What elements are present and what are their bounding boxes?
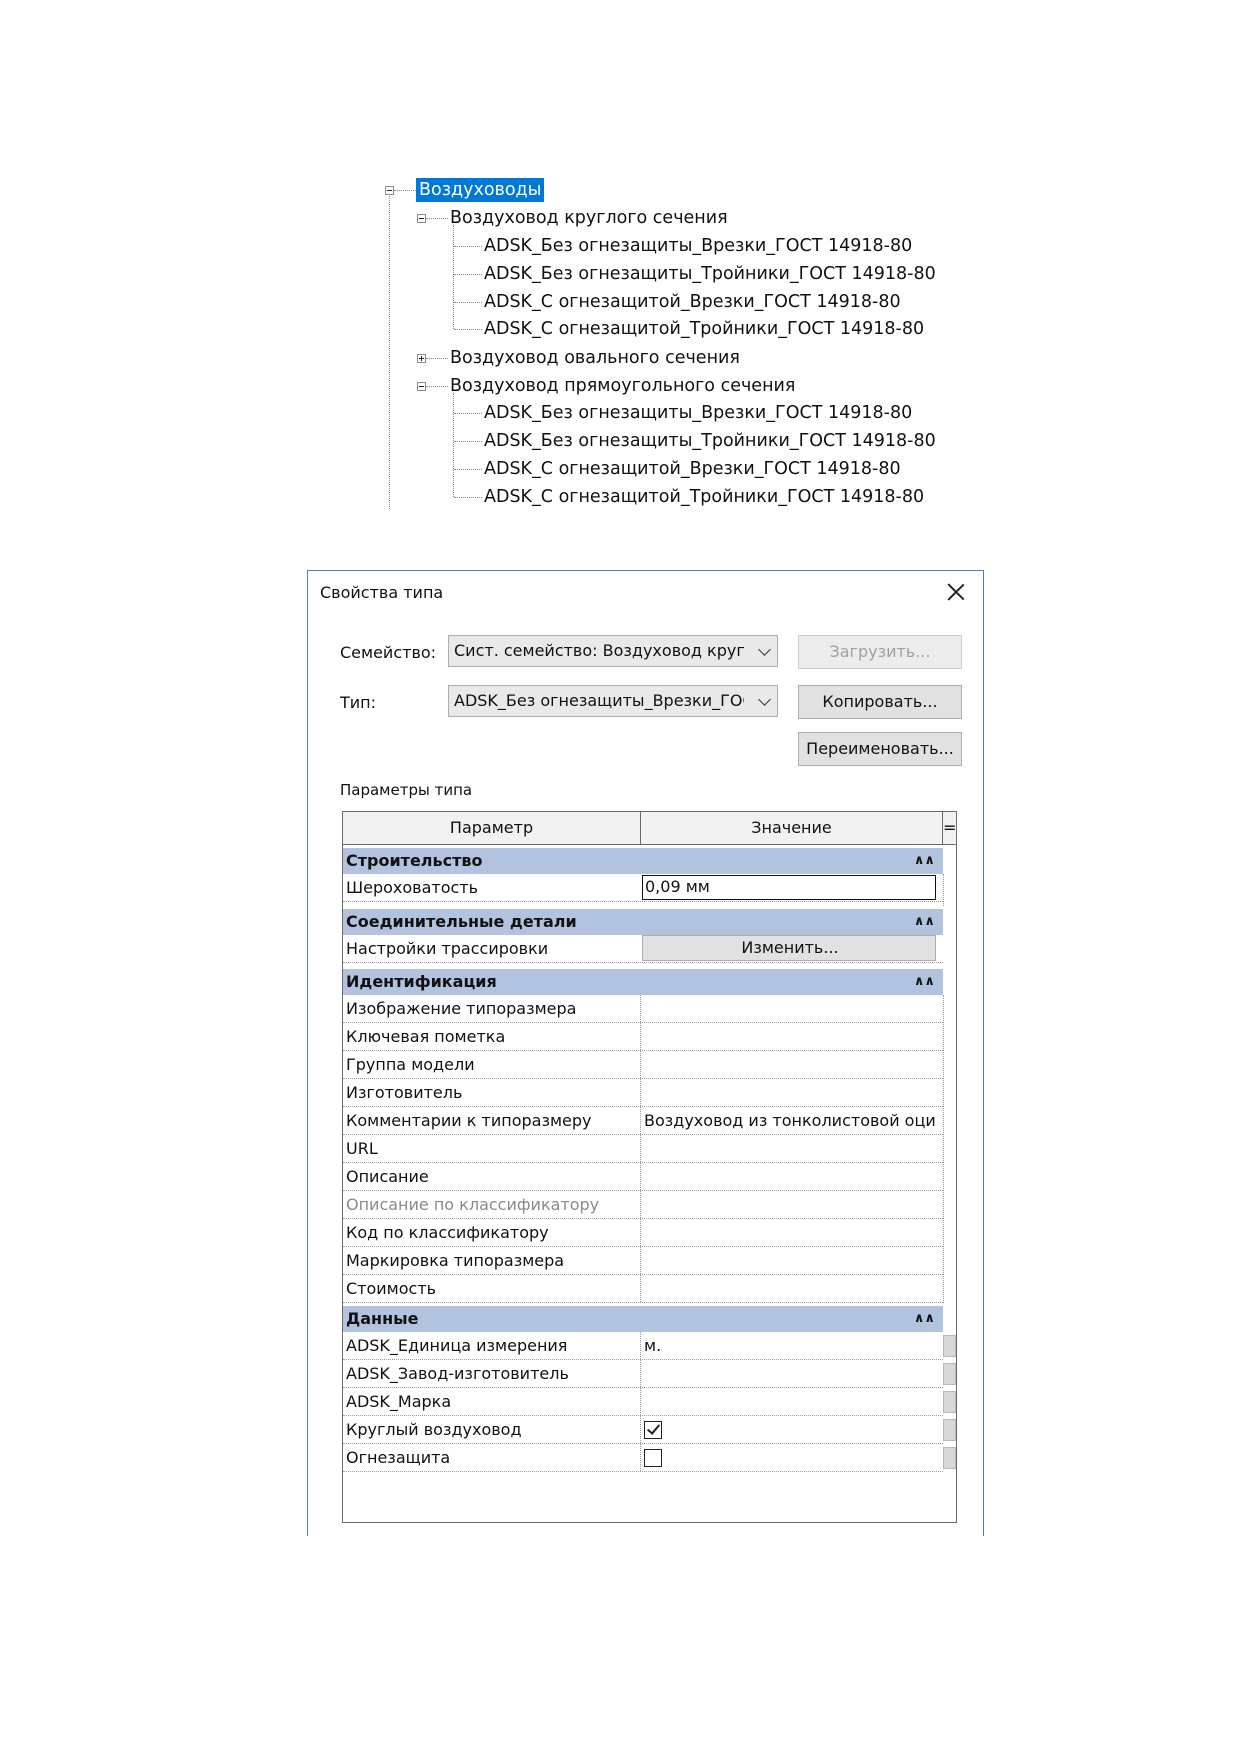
round-duct-checkbox[interactable] (644, 1421, 662, 1439)
param-name: Настройки трассировки (346, 939, 549, 958)
tree-group-node[interactable]: Воздуховод овального сечения (450, 346, 740, 370)
collapse-icon[interactable] (385, 186, 394, 195)
param-row[interactable]: ADSK_Марка (343, 1388, 943, 1416)
param-row[interactable]: URL (343, 1135, 943, 1163)
param-name: Описание (346, 1167, 429, 1186)
type-dropdown[interactable]: ADSK_Без огнезащиты_Врезки_ГОСТ (448, 685, 778, 717)
grid-header: Параметр Значение = (343, 812, 956, 845)
tree-type-node[interactable]: ADSK_Без огнезащиты_Врезки_ГОСТ 14918-80 (484, 401, 912, 425)
param-row[interactable]: Огнезащита (343, 1444, 943, 1472)
collapse-icon[interactable] (417, 214, 426, 223)
collapse-icon[interactable] (417, 382, 426, 391)
expand-icon[interactable] (417, 354, 426, 363)
param-name: Код по классификатору (346, 1223, 549, 1242)
load-button[interactable]: Загрузить... (798, 635, 962, 669)
group-label: Строительство (346, 851, 483, 870)
param-name: URL (346, 1139, 378, 1158)
param-name: ADSK_Марка (346, 1392, 452, 1411)
param-name: Изготовитель (346, 1083, 463, 1102)
tree-root-node[interactable]: Воздуховоды (416, 178, 545, 202)
param-name: Группа модели (346, 1055, 475, 1074)
param-value[interactable]: м. (642, 1332, 938, 1359)
group-label: Соединительные детали (346, 912, 577, 931)
group-connection-details[interactable]: Соединительные детали ∧∧ (343, 909, 943, 935)
param-row[interactable]: Изготовитель (343, 1079, 943, 1107)
param-row[interactable]: ADSK_Завод-изготовитель (343, 1360, 943, 1388)
param-name: Шероховатость (346, 878, 479, 897)
group-data[interactable]: Данные ∧∧ (343, 1306, 943, 1332)
tree-type-node[interactable]: ADSK_С огнезащитой_Тройники_ГОСТ 14918-8… (484, 485, 924, 509)
param-name: Ключевая пометка (346, 1027, 506, 1046)
param-name: Комментарии к типоразмеру (346, 1111, 592, 1130)
param-row: Описание по классификатору (343, 1191, 943, 1219)
copy-button[interactable]: Копировать... (798, 685, 962, 719)
group-label: Идентификация (346, 972, 497, 991)
param-row[interactable]: ADSK_Единица измерения м. (343, 1332, 943, 1360)
param-row[interactable]: Код по классификатору (343, 1219, 943, 1247)
param-name: ADSK_Единица измерения (346, 1336, 568, 1355)
group-construction[interactable]: Строительство ∧∧ (343, 848, 943, 874)
param-row[interactable]: Стоимость (343, 1275, 943, 1303)
param-row[interactable]: Изображение типоразмера (343, 995, 943, 1023)
type-dropdown-value: ADSK_Без огнезащиты_Врезки_ГОСТ (454, 691, 744, 710)
param-name: Огнезащита (346, 1448, 451, 1467)
column-param-header[interactable]: Параметр (343, 812, 641, 844)
tree-type-node[interactable]: ADSK_Без огнезащиты_Тройники_ГОСТ 14918-… (484, 262, 936, 286)
param-row[interactable]: Шероховатость 0,09 мм (343, 874, 943, 902)
param-row[interactable]: Ключевая пометка (343, 1023, 943, 1051)
tree-group-node[interactable]: Воздуховод круглого сечения (450, 206, 728, 230)
param-value[interactable]: Воздуховод из тонколистовой оци (642, 1107, 938, 1134)
tree-type-node[interactable]: ADSK_Без огнезащиты_Тройники_ГОСТ 14918-… (484, 429, 936, 453)
dialog-title: Свойства типа (320, 583, 444, 602)
row-grip (943, 1419, 956, 1441)
type-label: Тип: (340, 693, 377, 712)
collapse-group-icon[interactable]: ∧∧ (914, 1306, 935, 1332)
family-browser-tree: Воздуховоды Воздуховод круглого сечения … (0, 0, 1239, 520)
tree-type-node[interactable]: ADSK_С огнезащитой_Врезки_ГОСТ 14918-80 (484, 290, 901, 314)
row-grip (943, 1335, 956, 1357)
param-name: ADSK_Завод-изготовитель (346, 1364, 569, 1383)
tree-type-node[interactable]: ADSK_С огнезащитой_Врезки_ГОСТ 14918-80 (484, 457, 901, 481)
collapse-group-icon[interactable]: ∧∧ (914, 909, 935, 935)
tree-type-node[interactable]: ADSK_С огнезащитой_Тройники_ГОСТ 14918-8… (484, 317, 924, 341)
column-menu-button[interactable]: = (943, 812, 956, 844)
type-params-label: Параметры типа (340, 781, 473, 799)
edit-routing-button[interactable]: Изменить... (642, 935, 936, 961)
param-row[interactable]: Комментарии к типоразмеру Воздуховод из т… (343, 1107, 943, 1135)
tree-group-node[interactable]: Воздуховод прямоугольного сечения (450, 374, 795, 398)
group-identification[interactable]: Идентификация ∧∧ (343, 969, 943, 995)
roughness-input[interactable]: 0,09 мм (642, 875, 936, 900)
row-grip (943, 1447, 956, 1469)
param-name: Описание по классификатору (346, 1195, 600, 1214)
group-label: Данные (346, 1309, 419, 1328)
row-grip (943, 1363, 956, 1385)
collapse-group-icon[interactable]: ∧∧ (914, 969, 935, 995)
param-row[interactable]: Маркировка типоразмера (343, 1247, 943, 1275)
family-label: Семейство: (340, 643, 437, 662)
close-icon[interactable] (945, 581, 967, 603)
param-row[interactable]: Группа модели (343, 1051, 943, 1079)
type-params-grid: Параметр Значение = Строительство ∧∧ Шеро… (342, 811, 957, 1523)
param-name: Изображение типоразмера (346, 999, 577, 1018)
row-grip (943, 1391, 956, 1413)
tree-type-node[interactable]: ADSK_Без огнезащиты_Врезки_ГОСТ 14918-80 (484, 234, 912, 258)
param-row[interactable]: Описание (343, 1163, 943, 1191)
fire-protection-checkbox[interactable] (644, 1449, 662, 1467)
param-name: Круглый воздуховод (346, 1420, 522, 1439)
family-dropdown-value: Сист. семейство: Воздуховод кругло (454, 641, 744, 660)
param-row[interactable]: Круглый воздуховод (343, 1416, 943, 1444)
family-dropdown[interactable]: Сист. семейство: Воздуховод кругло (448, 635, 778, 667)
param-row[interactable]: Настройки трассировки Изменить... (343, 935, 943, 963)
type-properties-dialog: Свойства типа Семейство: Сист. семейство… (307, 570, 984, 1536)
param-name: Маркировка типоразмера (346, 1251, 565, 1270)
chevron-down-icon (758, 693, 771, 706)
param-name: Стоимость (346, 1279, 437, 1298)
collapse-group-icon[interactable]: ∧∧ (914, 848, 935, 874)
column-value-header[interactable]: Значение (641, 812, 943, 844)
chevron-down-icon (758, 643, 771, 656)
rename-button[interactable]: Переименовать... (798, 732, 962, 766)
